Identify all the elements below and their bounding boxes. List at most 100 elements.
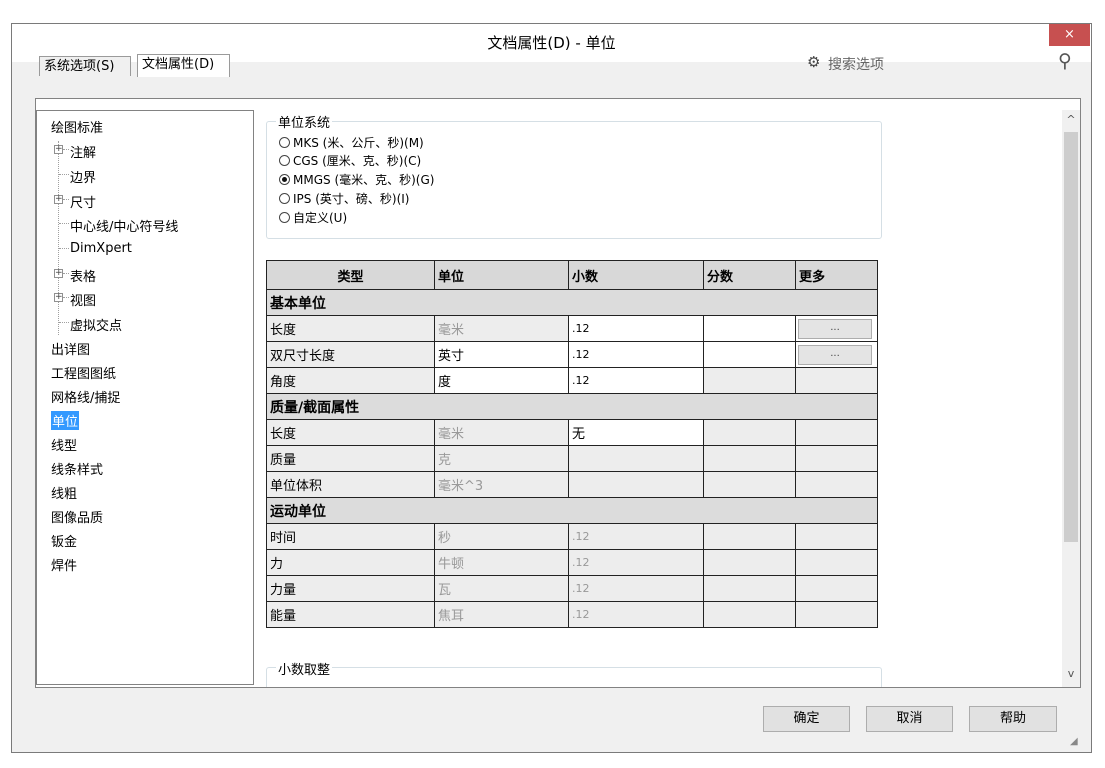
fractions-cell: [703, 445, 796, 472]
gear-icon[interactable]: ⚙: [807, 53, 820, 71]
decimals-cell[interactable]: .12: [568, 367, 704, 394]
decimals-cell[interactable]: .12: [568, 315, 704, 342]
expand-icon[interactable]: +: [54, 269, 63, 278]
scroll-up-icon[interactable]: ^: [1062, 113, 1080, 126]
tree-item-line-style[interactable]: 线条样式: [51, 459, 103, 478]
expand-icon[interactable]: +: [54, 293, 63, 302]
row-type: 力量: [266, 575, 435, 602]
row-type: 长度: [266, 419, 435, 446]
expand-icon[interactable]: +: [54, 195, 63, 204]
tree-item-line-thickness[interactable]: 线粗: [51, 483, 77, 502]
tab-document-properties[interactable]: 文档属性(D): [137, 54, 230, 77]
radio-ips[interactable]: IPS (英寸、磅、秒)(I): [279, 190, 409, 207]
radio-custom[interactable]: 自定义(U): [279, 209, 347, 226]
tree-item-sheet-metal[interactable]: 钣金: [51, 531, 77, 550]
ok-button[interactable]: 确定: [763, 706, 850, 732]
row-type: 长度: [266, 315, 435, 342]
tree-item-line-font[interactable]: 线型: [51, 435, 77, 454]
tree-item-detailing[interactable]: 出详图: [51, 339, 90, 358]
more-cell: [795, 419, 878, 446]
tree-item-drawing-sheets[interactable]: 工程图图纸: [51, 363, 116, 382]
table-row: 力量 瓦 .12: [266, 575, 878, 602]
tree-item-annotations[interactable]: 注解: [70, 142, 96, 161]
unit-cell: 瓦: [434, 575, 569, 602]
more-cell: [795, 601, 878, 628]
more-button[interactable]: ...: [798, 318, 872, 339]
unit-cell[interactable]: 英寸: [434, 341, 569, 368]
decimal-rounding-group: [266, 667, 882, 687]
unit-cell: 毫米: [434, 315, 569, 342]
tree-item-drafting-standard[interactable]: 绘图标准: [51, 117, 103, 136]
decimal-rounding-label: 小数取整: [276, 659, 333, 678]
fractions-cell[interactable]: [703, 341, 796, 368]
row-type: 角度: [266, 367, 435, 394]
section-motion-units: 运动单位: [266, 497, 878, 524]
more-cell: [795, 367, 878, 394]
radio-button[interactable]: [279, 212, 290, 223]
decimals-cell: .12: [568, 601, 704, 628]
decimals-cell[interactable]: 无: [568, 419, 704, 446]
tree-item-dimensions[interactable]: 尺寸: [70, 192, 96, 211]
cancel-button[interactable]: 取消: [866, 706, 953, 732]
more-cell: [795, 549, 878, 576]
search-placeholder[interactable]: 搜索选项: [828, 54, 884, 74]
search-icon[interactable]: ⚲: [1058, 50, 1072, 72]
table-row: 质量 克: [266, 445, 878, 472]
tree-item-dimxpert[interactable]: DimXpert: [70, 241, 132, 256]
tree-item-image-quality[interactable]: 图像品质: [51, 507, 103, 526]
close-button[interactable]: ×: [1049, 24, 1090, 46]
more-button[interactable]: ...: [798, 344, 872, 365]
fractions-cell: [703, 471, 796, 498]
radio-button-selected[interactable]: [279, 174, 290, 185]
tab-system-options[interactable]: 系统选项(S): [39, 56, 131, 76]
unit-cell[interactable]: 度: [434, 367, 569, 394]
radio-button[interactable]: [279, 155, 290, 166]
more-cell: ...: [795, 341, 878, 368]
unit-cell: 秒: [434, 523, 569, 550]
table-row: 长度 毫米 无: [266, 419, 878, 446]
tree-item-grid-snap[interactable]: 网格线/捕捉: [51, 387, 120, 406]
help-button[interactable]: 帮助: [969, 706, 1057, 732]
table-row: 角度 度 .12: [266, 367, 878, 394]
tree-item-views[interactable]: 视图: [70, 290, 96, 309]
tree-item-virtual-sharps[interactable]: 虚拟交点: [70, 315, 122, 334]
radio-cgs[interactable]: CGS (厘米、克、秒)(C): [279, 152, 421, 169]
decimals-cell: [568, 445, 704, 472]
header-unit: 单位: [434, 260, 569, 290]
tree-item-weldments[interactable]: 焊件: [51, 555, 77, 574]
unit-system-label: 单位系统: [276, 112, 333, 131]
header-more: 更多: [795, 260, 878, 290]
resize-grip-icon[interactable]: ◢: [1070, 736, 1078, 747]
fractions-cell: [703, 575, 796, 602]
more-cell: [795, 471, 878, 498]
more-cell: [795, 445, 878, 472]
table-row: 力 牛顿 .12: [266, 549, 878, 576]
options-tree: 绘图标准 + 注解 边界 + 尺寸 中心线/中心符号线 DimXpert + 表…: [36, 110, 254, 685]
row-type: 力: [266, 549, 435, 576]
scroll-down-icon[interactable]: v: [1062, 667, 1080, 680]
fractions-cell: [703, 523, 796, 550]
tree-connector: [59, 322, 69, 323]
more-cell: ...: [795, 315, 878, 342]
tree-item-borders[interactable]: 边界: [70, 167, 96, 186]
fractions-cell: [703, 419, 796, 446]
scroll-thumb[interactable]: [1064, 132, 1078, 542]
tree-item-centerlines[interactable]: 中心线/中心符号线: [70, 216, 178, 235]
expand-icon[interactable]: +: [54, 145, 63, 154]
tree-item-units[interactable]: 单位: [51, 411, 80, 430]
decimals-cell[interactable]: .12: [568, 341, 704, 368]
tree-connector: [58, 141, 59, 335]
radio-button[interactable]: [279, 193, 290, 204]
table-row: 双尺寸长度 英寸 .12 ...: [266, 341, 878, 368]
tree-item-tables[interactable]: 表格: [70, 266, 96, 285]
tree-connector: [59, 223, 69, 224]
row-type: 单位体积: [266, 471, 435, 498]
row-type: 双尺寸长度: [266, 341, 435, 368]
radio-mks[interactable]: MKS (米、公斤、秒)(M): [279, 134, 424, 151]
decimals-cell: .12: [568, 575, 704, 602]
radio-mmgs[interactable]: MMGS (毫米、克、秒)(G): [279, 171, 434, 188]
fractions-cell[interactable]: [703, 315, 796, 342]
radio-button[interactable]: [279, 137, 290, 148]
unit-cell: 毫米: [434, 419, 569, 446]
header-fractions: 分数: [703, 260, 796, 290]
